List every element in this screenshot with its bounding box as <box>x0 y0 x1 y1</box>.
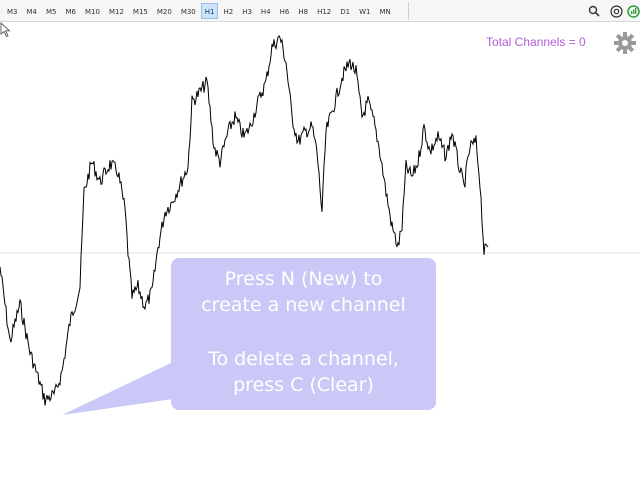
timeframe-button-h8[interactable]: H8 <box>294 3 312 19</box>
price-chart[interactable]: Total Channels = 0 Press N (New) to crea… <box>0 22 640 480</box>
timeframe-button-h4[interactable]: H4 <box>257 3 275 19</box>
timeframe-button-h6[interactable]: H6 <box>276 3 294 19</box>
mouse-cursor-icon <box>0 22 11 38</box>
timeframe-button-h12[interactable]: H12 <box>313 3 335 19</box>
tooltip-pointer <box>62 362 180 415</box>
tooltip-line-4: press C (Clear) <box>233 374 374 396</box>
total-channels-label: Total Channels = 0 <box>486 35 586 49</box>
tooltip-spacer <box>171 318 436 346</box>
timeframe-button-d1[interactable]: D1 <box>336 3 354 19</box>
timeframe-button-m4[interactable]: M4 <box>23 3 42 19</box>
timeframe-button-m15[interactable]: M15 <box>129 3 152 19</box>
signal-icon[interactable] <box>625 3 640 19</box>
timeframe-button-m20[interactable]: M20 <box>153 3 176 19</box>
gear-icon[interactable] <box>613 31 637 55</box>
timeframe-button-h2[interactable]: H2 <box>219 3 237 19</box>
trading-terminal-window: M3 M4 M5 M6 M10 M12 M15 M20 M30 H1 H2 H3 H4 H6 H8 H12 D1… <box>0 0 640 480</box>
timeframe-button-m10[interactable]: M10 <box>81 3 104 19</box>
timeframe-list: M3 M4 M5 M6 M10 M12 M15 M20 M30 H1 H2 H3 H4 H6 H8 H12 D1… <box>3 3 396 19</box>
timeframe-button-mn[interactable]: MN <box>375 3 394 19</box>
timeframe-button-m6[interactable]: M6 <box>62 3 81 19</box>
timeframe-button-m5[interactable]: M5 <box>42 3 61 19</box>
help-tooltip: Press N (New) to create a new channel To… <box>171 258 436 410</box>
search-icon[interactable] <box>586 3 602 19</box>
timeframe-button-h3[interactable]: H3 <box>238 3 256 19</box>
timeframe-button-m30[interactable]: M30 <box>177 3 200 19</box>
chart-canvas <box>0 34 640 415</box>
timeframe-button-m12[interactable]: M12 <box>105 3 128 19</box>
timeframe-button-h1[interactable]: H1 <box>200 3 219 19</box>
tooltip-line-3: To delete a channel, <box>208 348 399 370</box>
timeframe-button-m3[interactable]: M3 <box>3 3 22 19</box>
timeframe-toolbar: M3 M4 M5 M6 M10 M12 M15 M20 M30 H1 H2 H3 H4 H6 H8 H12 D1… <box>0 0 640 22</box>
toolbar-divider <box>408 2 409 20</box>
tooltip-line-1: Press N (New) to <box>224 268 383 290</box>
timeframe-button-w1[interactable]: W1 <box>355 3 374 19</box>
tooltip-line-2: create a new channel <box>201 294 406 316</box>
at-sign-icon[interactable] <box>608 3 624 19</box>
